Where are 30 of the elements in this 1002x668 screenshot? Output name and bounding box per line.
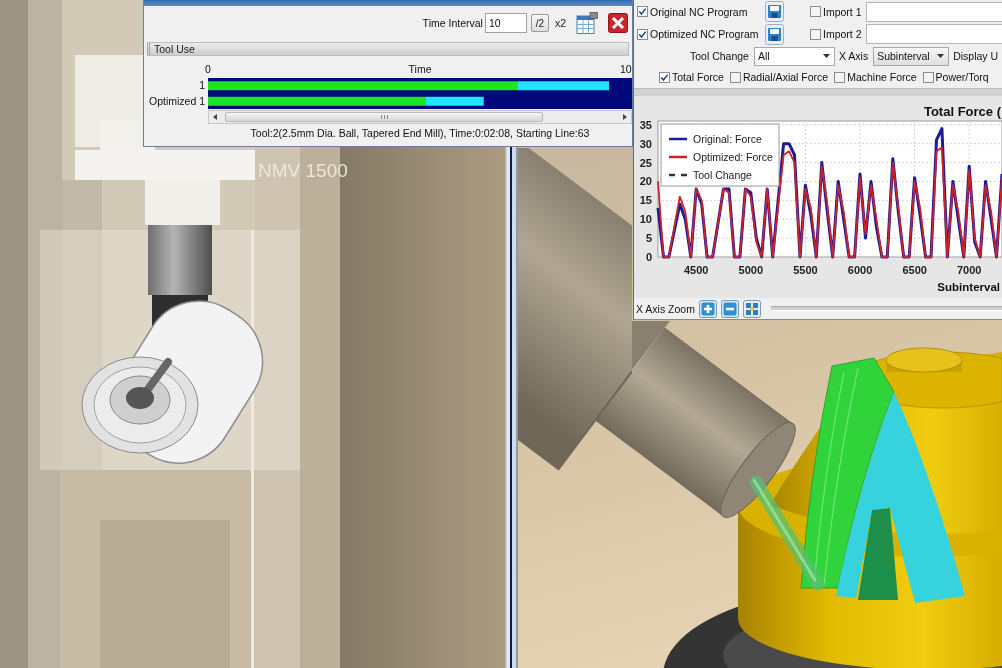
time-interval-label: Time Interval xyxy=(422,17,483,29)
axis-tick-label: 20 xyxy=(639,175,652,188)
axis-tick-label: 15 xyxy=(639,194,652,207)
axis-tick-label: 10 xyxy=(619,63,632,75)
tool-change-label: Tool Change xyxy=(690,50,749,62)
axis-tick-label: 5000 xyxy=(738,264,764,276)
legend-label: Original: Force xyxy=(693,132,762,145)
axis-tick-label: 30 xyxy=(639,137,652,150)
zoom-label: X Axis Zoom xyxy=(636,302,695,315)
axis-tick-label: 25 xyxy=(639,156,652,169)
axis-tick-label: 5500 xyxy=(793,264,818,276)
axis-tick-label: 10 xyxy=(639,213,652,226)
x-axis-label: X Axis xyxy=(838,50,869,62)
display-label: Display U xyxy=(953,50,999,62)
legend-label: Optimized: Force xyxy=(693,150,773,163)
axis-tick-label: 5 xyxy=(645,232,652,245)
axis-title: Time xyxy=(408,63,432,75)
axis-tick-label: 4500 xyxy=(684,264,709,276)
axis-tick-label: 0 xyxy=(205,63,211,75)
axis-tick-label: 35 xyxy=(639,118,652,131)
axis-tick-label: 7000 xyxy=(957,264,982,276)
legend-label: Tool Change xyxy=(693,168,752,181)
chart-title: Total Force ( xyxy=(923,104,1001,119)
status-text: Tool:2(2.5mm Dia. Ball, Tapered End Mill), Time:0:02:08, Starting Line:63 xyxy=(249,126,591,141)
row-label: 1 xyxy=(199,78,205,93)
axis-tick-label: 6000 xyxy=(847,264,873,276)
row-label: Optimized 1 xyxy=(148,93,205,109)
axis-tick-label: 6500 xyxy=(902,264,927,276)
axis-tick-label: 0 xyxy=(645,251,652,263)
axis-title: Subinterval xyxy=(937,281,1000,293)
